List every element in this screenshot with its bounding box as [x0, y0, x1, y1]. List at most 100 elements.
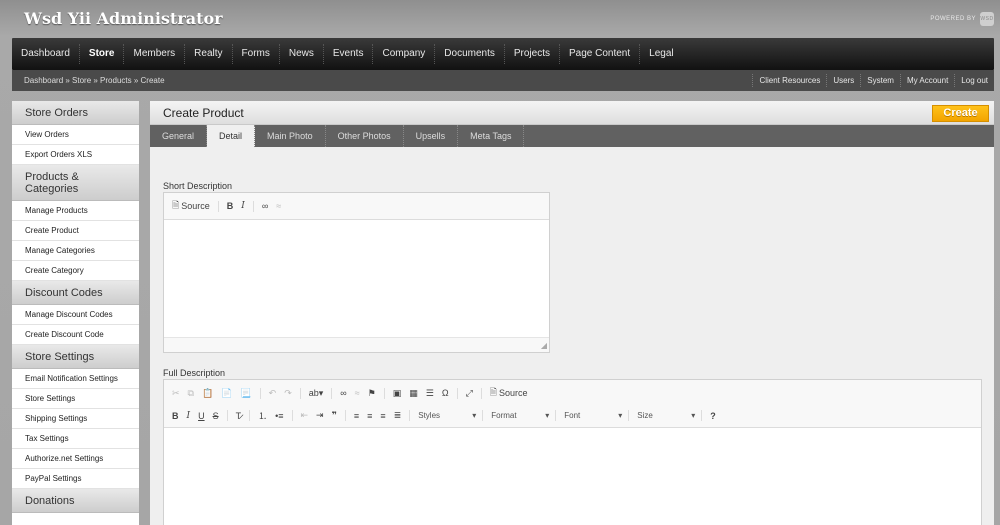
toolbar-separator — [226, 410, 228, 421]
top-link-log-out[interactable]: Log out — [954, 74, 994, 87]
sidebar-item-authorize-net-settings[interactable]: Authorize.net Settings — [12, 449, 139, 469]
align-left-icon[interactable]: ≡ — [354, 411, 359, 421]
tab-other-photos[interactable]: Other Photos — [326, 125, 404, 147]
tab-upsells[interactable]: Upsells — [404, 125, 459, 147]
powered-by: POWERED BY WSD — [930, 12, 994, 26]
undo-icon[interactable]: ↶ — [269, 388, 277, 399]
paste-text-icon[interactable]: 📄 — [221, 388, 232, 399]
short-description-toolbar: 🗎 Source B I ∞ ≈ — [164, 193, 549, 220]
outdent-icon[interactable]: ⇤ — [301, 410, 309, 421]
source-button[interactable]: 🗎 Source — [490, 385, 528, 401]
nav-item-page-content[interactable]: Page Content — [560, 44, 641, 64]
indent-icon[interactable]: ⇥ — [316, 410, 324, 421]
align-right-icon[interactable]: ≡ — [380, 411, 385, 421]
sidebar-item-view-orders[interactable]: View Orders — [12, 125, 139, 145]
top-link-users[interactable]: Users — [826, 74, 860, 87]
size-combo[interactable]: Size ▾ — [637, 411, 695, 420]
nav-item-dashboard[interactable]: Dashboard — [12, 44, 80, 64]
align-center-icon[interactable]: ≡ — [367, 411, 372, 421]
toolbar-separator — [409, 410, 411, 421]
sidebar-item-manage-products[interactable]: Manage Products — [12, 201, 139, 221]
sidebar-item-email-notification-settings[interactable]: Email Notification Settings — [12, 369, 139, 389]
nav-item-projects[interactable]: Projects — [505, 44, 560, 64]
sidebar-item-manage-categories[interactable]: Manage Categories — [12, 241, 139, 261]
nav-item-store[interactable]: Store — [80, 44, 125, 64]
justify-icon[interactable]: ≣ — [394, 410, 402, 421]
sidebar-item-paypal-settings[interactable]: PayPal Settings — [12, 469, 139, 489]
toolbar-row-1: ✂ ⧉ 📋 📄 📃 ↶ ↷ ab▾ ∞ ≈ ⚑ ▣ ▦ ☰ Ω ⤢ 🗎 Sour… — [172, 385, 536, 401]
unlink-icon[interactable]: ≈ — [355, 388, 360, 398]
numbered-list-icon[interactable]: ⒈ — [258, 409, 267, 422]
maximize-icon[interactable]: ⤢ — [466, 388, 473, 399]
table-icon[interactable]: ▦ — [409, 388, 418, 399]
full-description-editor[interactable]: ✂ ⧉ 📋 📄 📃 ↶ ↷ ab▾ ∞ ≈ ⚑ ▣ ▦ ☰ Ω ⤢ 🗎 Sour… — [163, 379, 982, 525]
short-description-body[interactable] — [164, 220, 549, 337]
nav-item-forms[interactable]: Forms — [233, 44, 280, 64]
blockquote-icon[interactable]: ❞ — [332, 410, 337, 421]
nav-item-documents[interactable]: Documents — [435, 44, 505, 64]
styles-combo[interactable]: Styles ▾ — [418, 411, 476, 420]
italic-icon[interactable]: I — [187, 411, 191, 421]
special-char-icon[interactable]: Ω — [442, 388, 449, 398]
content-panel: Create Product Create General Detail Main … — [150, 101, 994, 525]
tab-detail[interactable]: Detail — [207, 125, 256, 147]
main-nav: Dashboard Store Members Realty Forms News Even… — [12, 38, 994, 70]
bold-icon[interactable]: B — [227, 201, 234, 211]
paste-word-icon[interactable]: 📃 — [240, 388, 251, 399]
size-combo-label: Size — [637, 411, 653, 420]
underline-icon[interactable]: U — [198, 411, 205, 421]
sidebar-item-create-discount-code[interactable]: Create Discount Code — [12, 325, 139, 345]
nav-item-company[interactable]: Company — [373, 44, 436, 64]
create-button[interactable]: Create — [932, 105, 989, 122]
cut-icon[interactable]: ✂ — [172, 388, 180, 399]
toolbar-separator — [456, 387, 458, 399]
tab-main-photo[interactable]: Main Photo — [255, 125, 326, 147]
remove-format-icon[interactable]: T̷ — [236, 411, 242, 421]
top-link-system[interactable]: System — [860, 74, 900, 87]
paste-icon[interactable]: 📋 — [202, 388, 213, 399]
toolbar-separator — [482, 410, 484, 421]
sidebar-item-export-orders-xls[interactable]: Export Orders XLS — [12, 145, 139, 165]
bold-icon[interactable]: B — [172, 411, 179, 421]
tab-meta-tags[interactable]: Meta Tags — [458, 125, 525, 147]
anchor-flag-icon[interactable]: ⚑ — [368, 388, 376, 399]
nav-item-members[interactable]: Members — [124, 44, 186, 64]
full-description-toolbar: ✂ ⧉ 📋 📄 📃 ↶ ↷ ab▾ ∞ ≈ ⚑ ▣ ▦ ☰ Ω ⤢ 🗎 Sour… — [164, 380, 981, 428]
image-icon[interactable]: ▣ — [393, 388, 402, 399]
strike-icon[interactable]: S — [213, 411, 219, 421]
sidebar-item-create-category[interactable]: Create Category — [12, 261, 139, 281]
short-description-editor[interactable]: 🗎 Source B I ∞ ≈ ◢ — [163, 192, 550, 353]
link-icon[interactable]: ∞ — [262, 201, 268, 211]
toolbar-separator — [628, 410, 630, 421]
horizontal-rule-icon[interactable]: ☰ — [426, 388, 434, 399]
source-button[interactable]: 🗎 Source — [172, 198, 210, 214]
help-icon[interactable]: ? — [710, 411, 716, 421]
content-header: Create Product Create — [150, 101, 994, 125]
short-description-footer: ◢ — [164, 337, 549, 352]
font-combo[interactable]: Font ▾ — [564, 411, 622, 420]
copy-icon[interactable]: ⧉ — [188, 388, 194, 399]
sidebar-item-manage-discount-codes[interactable]: Manage Discount Codes — [12, 305, 139, 325]
sidebar-item-shipping-settings[interactable]: Shipping Settings — [12, 409, 139, 429]
nav-item-legal[interactable]: Legal — [640, 44, 682, 64]
nav-item-news[interactable]: News — [280, 44, 324, 64]
nav-item-realty[interactable]: Realty — [185, 44, 233, 64]
unlink-icon[interactable]: ≈ — [276, 201, 281, 211]
italic-icon[interactable]: I — [241, 201, 245, 211]
format-combo[interactable]: Format ▾ — [491, 411, 549, 420]
top-link-client-resources[interactable]: Client Resources — [752, 74, 826, 87]
nav-item-events[interactable]: Events — [324, 44, 374, 64]
styles-combo-label: Styles — [418, 411, 441, 420]
spellcheck-icon[interactable]: ab▾ — [309, 388, 324, 399]
tab-general[interactable]: General — [150, 125, 208, 147]
link-icon[interactable]: ∞ — [340, 388, 346, 398]
resize-handle-icon[interactable]: ◢ — [541, 341, 547, 350]
top-link-my-account[interactable]: My Account — [899, 74, 954, 87]
toolbar-separator — [259, 387, 261, 399]
bullet-list-icon[interactable]: •≡ — [275, 411, 283, 421]
redo-icon[interactable]: ↷ — [284, 388, 292, 399]
sidebar-item-tax-settings[interactable]: Tax Settings — [12, 429, 139, 449]
sidebar-item-store-settings[interactable]: Store Settings — [12, 389, 139, 409]
sidebar-item-create-product[interactable]: Create Product — [12, 221, 139, 241]
full-description-body[interactable] — [164, 428, 981, 525]
